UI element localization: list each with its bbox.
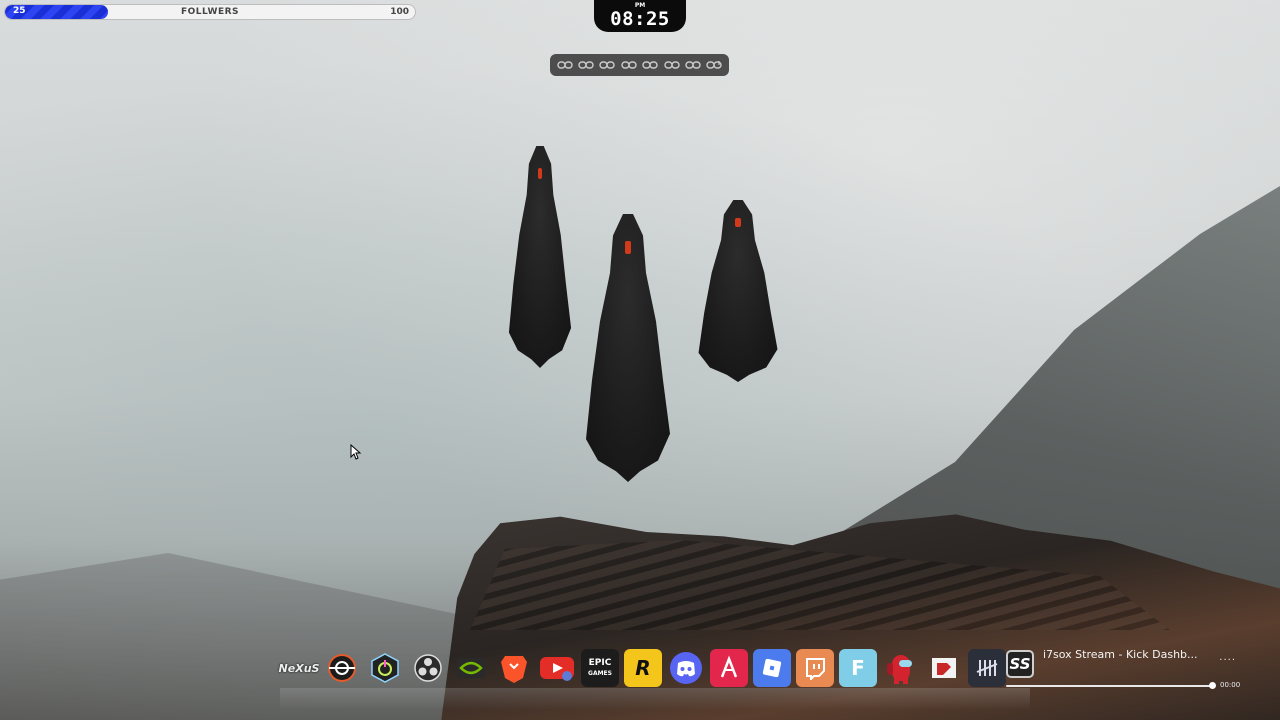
media-player-logo[interactable]: SS [1006,650,1034,678]
media-menu-icon[interactable]: .... [1219,652,1236,663]
clock-widget: PM 08:25 [594,0,686,32]
desktop-wallpaper [0,0,1280,720]
twitch-app-icon[interactable] [796,649,834,687]
clock-time: 08:25 [610,8,670,30]
link-add-icon[interactable] [706,58,723,72]
link-icon[interactable] [621,58,637,72]
f-app-icon[interactable]: F [839,649,877,687]
nvidia-app-icon[interactable] [452,649,490,687]
roblox-app-icon[interactable] [753,649,791,687]
epic-games-app-icon[interactable]: EPIC GAMES [581,649,619,687]
media-elapsed-time: 00:00 [1220,681,1241,689]
among-us-app-icon[interactable] [882,649,920,687]
dispatch-app-icon[interactable] [925,649,963,687]
media-player-widget: SS i7sox Stream - Kick Dashb... .... 00:… [1006,648,1252,694]
media-progress-knob[interactable] [1209,682,1216,689]
discord-app-icon[interactable] [667,649,705,687]
track-title[interactable]: i7sox Stream - Kick Dashb... [1043,648,1211,661]
followers-title: FOLLWERS [180,7,240,17]
power-app-icon[interactable] [366,649,404,687]
crosshair-app-icon[interactable] [323,649,361,687]
app-dock: NeXuS EPIC GAMES R F [279,648,1006,688]
followers-goal-bar: 25 FOLLWERS 100 [4,4,416,20]
link-icon[interactable] [578,58,594,72]
link-icon[interactable] [642,58,658,72]
youtube-app-icon[interactable] [538,649,576,687]
link-icon[interactable] [685,58,701,72]
link-icon[interactable] [663,58,680,72]
epic-games-label: EPIC GAMES [588,657,612,677]
arrow-app-icon[interactable] [710,649,748,687]
nexus-app-icon[interactable]: NeXuS [279,649,320,687]
dead-by-daylight-app-icon[interactable] [968,649,1006,687]
followers-max: 100 [390,7,409,17]
link-icon[interactable] [599,58,616,72]
rockstar-app-icon[interactable]: R [624,649,662,687]
obs-app-icon[interactable] [409,649,447,687]
brave-app-icon[interactable] [495,649,533,687]
link-icon[interactable] [556,58,573,72]
link-toolbar [550,54,729,76]
media-progress-bar[interactable] [1006,685,1212,687]
